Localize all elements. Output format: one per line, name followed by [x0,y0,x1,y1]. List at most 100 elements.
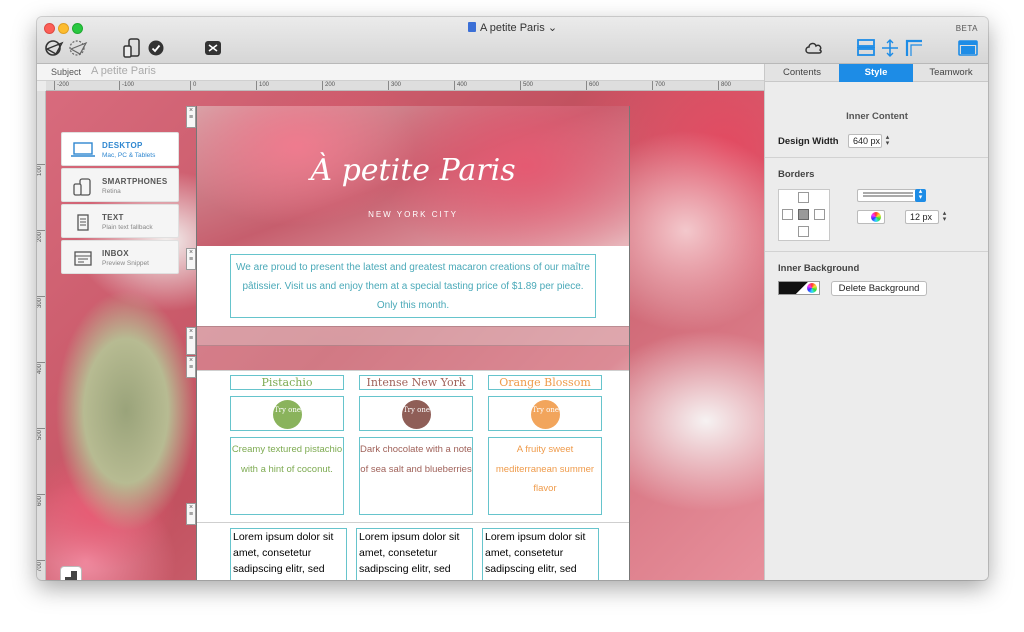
flavor-column: Pistachio Try one Creamy textured pistac… [230,371,344,523]
ruler-tick: 500 [520,81,533,90]
app-window: A petite Paris ⌄ BETA Subject A petite P… [37,17,988,580]
send-icon[interactable] [43,37,65,59]
section-handle[interactable]: × ≡ [186,248,196,270]
try-one-button[interactable]: Try one [402,400,431,429]
tagline: NEW YORK CITY [368,210,458,219]
border-all-toggle[interactable] [798,209,809,220]
inner-content-heading: Inner Content [846,111,908,122]
section-handle[interactable]: × ≡ [186,503,196,525]
subject-input[interactable]: A petite Paris [91,65,156,77]
intro-text[interactable]: We are proud to present the latest and g… [230,254,596,318]
inner-background-heading: Inner Background [778,263,860,274]
inbox-icon [70,250,96,273]
flavor-description[interactable]: A fruity sweet mediterranean summer flav… [488,437,602,515]
flavors-section[interactable]: Pistachio Try one Creamy textured pistac… [196,370,630,522]
flavor-description[interactable]: Creamy textured pistachio with a hint of… [230,437,344,515]
background-color-well[interactable] [778,281,820,295]
ruler-tick: -100 [119,81,134,90]
inspector-panel: Contents Style Teamwork Inner Content De… [764,64,988,580]
inspector-tabs: Contents Style Teamwork [765,64,988,82]
border-left-toggle[interactable] [782,209,793,220]
ruler-tick: 700 [37,561,43,572]
border-top-toggle[interactable] [798,192,809,203]
beta-badge: BETA [955,24,978,33]
ruler-tick: -200 [54,81,69,90]
design-width-label: Design Width [778,136,839,147]
test-send-icon[interactable] [67,37,89,59]
layers-icon [65,571,77,580]
design-width-stepper[interactable]: ▴ ▾ [884,134,891,147]
vertical-ruler: 100 200 300 400 500 600 700 [37,91,46,580]
ruler-tick: 100 [256,81,269,90]
color-wheel-icon [871,212,881,222]
tab-contents[interactable]: Contents [765,64,839,82]
borders-icon[interactable] [904,37,924,59]
delete-background-button[interactable]: Delete Background [831,281,927,296]
intro-section[interactable]: We are proud to present the latest and g… [196,246,630,326]
try-one-button[interactable]: Try one [531,400,560,429]
ruler-tick: 700 [652,81,665,90]
link-check-icon[interactable] [203,37,223,59]
document-icon [70,214,96,237]
device-text[interactable]: TEXT Plain text fallback [61,204,179,238]
border-color-well[interactable] [857,210,885,224]
subject-bar: Subject A petite Paris [37,64,764,81]
flavor-column: Orange Blossom Try one A fruity sweet me… [488,371,602,523]
ruler-tick: 200 [322,81,335,90]
color-wheel-icon [807,283,817,293]
flavor-name[interactable]: Orange Blossom [488,375,602,390]
section-handle[interactable]: × ≡ [186,106,196,128]
border-side-selector [778,189,830,241]
laptop-icon [70,142,96,163]
border-width-field[interactable]: 12 px [905,210,939,224]
border-bottom-toggle[interactable] [798,226,809,237]
spacer-section[interactable] [196,326,630,346]
lorem-text[interactable]: Lorem ipsum dolor sit amet, consetetur s… [230,528,347,580]
spacing-icon[interactable] [880,37,900,59]
border-style-select[interactable] [857,189,923,202]
border-style-dropdown-button[interactable]: ▴ ▾ [915,188,926,202]
chevron-down-icon: ⌄ [547,22,558,34]
tab-teamwork[interactable]: Teamwork [913,64,988,82]
ruler-tick: 300 [37,297,43,308]
ruler-tick: 800 [718,81,731,90]
text-columns-section[interactable]: Lorem ipsum dolor sit amet, consetetur s… [196,522,630,580]
border-width-stepper[interactable]: ▴ ▾ [941,210,948,223]
spacer-section[interactable] [196,346,630,370]
sidebar-toggle-icon[interactable] [957,37,979,59]
border-right-toggle[interactable] [814,209,825,220]
device-smartphones[interactable]: SMARTPHONES Retina [61,168,179,202]
flavor-column: Intense New York Try one Dark chocolate … [359,371,473,523]
ruler-tick: 400 [37,363,43,374]
ruler-tick: 500 [37,429,43,440]
layout-rows-icon[interactable] [855,37,877,59]
smartphone-icon [70,178,96,201]
flavor-name[interactable]: Intense New York [359,375,473,390]
cloud-icon[interactable] [803,37,825,59]
section-handle[interactable]: × ≡ [186,356,196,378]
borders-heading: Borders [778,169,815,180]
layers-button[interactable] [60,566,82,580]
ruler-tick: 100 [37,165,43,176]
flavor-name[interactable]: Pistachio [230,375,344,390]
ruler-tick: 400 [454,81,467,90]
horizontal-ruler: -200 -100 0 100 200 300 400 500 600 700 … [46,81,764,91]
design-width-field[interactable]: 640 px [848,134,882,148]
editor-canvas[interactable]: À petite Paris NEW YORK CITY We are prou… [46,91,764,580]
device-desktop[interactable]: DESKTOP Mac, PC & Tablets [61,132,179,166]
checkmark-icon[interactable] [147,37,165,59]
logo-text: À petite Paris [310,153,516,188]
subject-label: Subject [51,67,82,77]
device-inbox[interactable]: INBOX Preview Snippet [61,240,179,274]
try-one-button[interactable]: Try one [273,400,302,429]
ruler-tick: 600 [37,495,43,506]
preview-devices-icon[interactable] [121,37,143,59]
tab-style[interactable]: Style [839,64,913,82]
lorem-text[interactable]: Lorem ipsum dolor sit amet, consetetur s… [482,528,599,580]
flavor-description[interactable]: Dark chocolate with a note of sea salt a… [359,437,473,515]
toolbar: A petite Paris ⌄ BETA [37,17,988,64]
section-handle[interactable]: × ≡ [186,327,196,355]
lorem-text[interactable]: Lorem ipsum dolor sit amet, consetetur s… [356,528,473,580]
document-title[interactable]: A petite Paris ⌄ [37,21,988,34]
header-image[interactable]: À petite Paris NEW YORK CITY [196,106,630,246]
